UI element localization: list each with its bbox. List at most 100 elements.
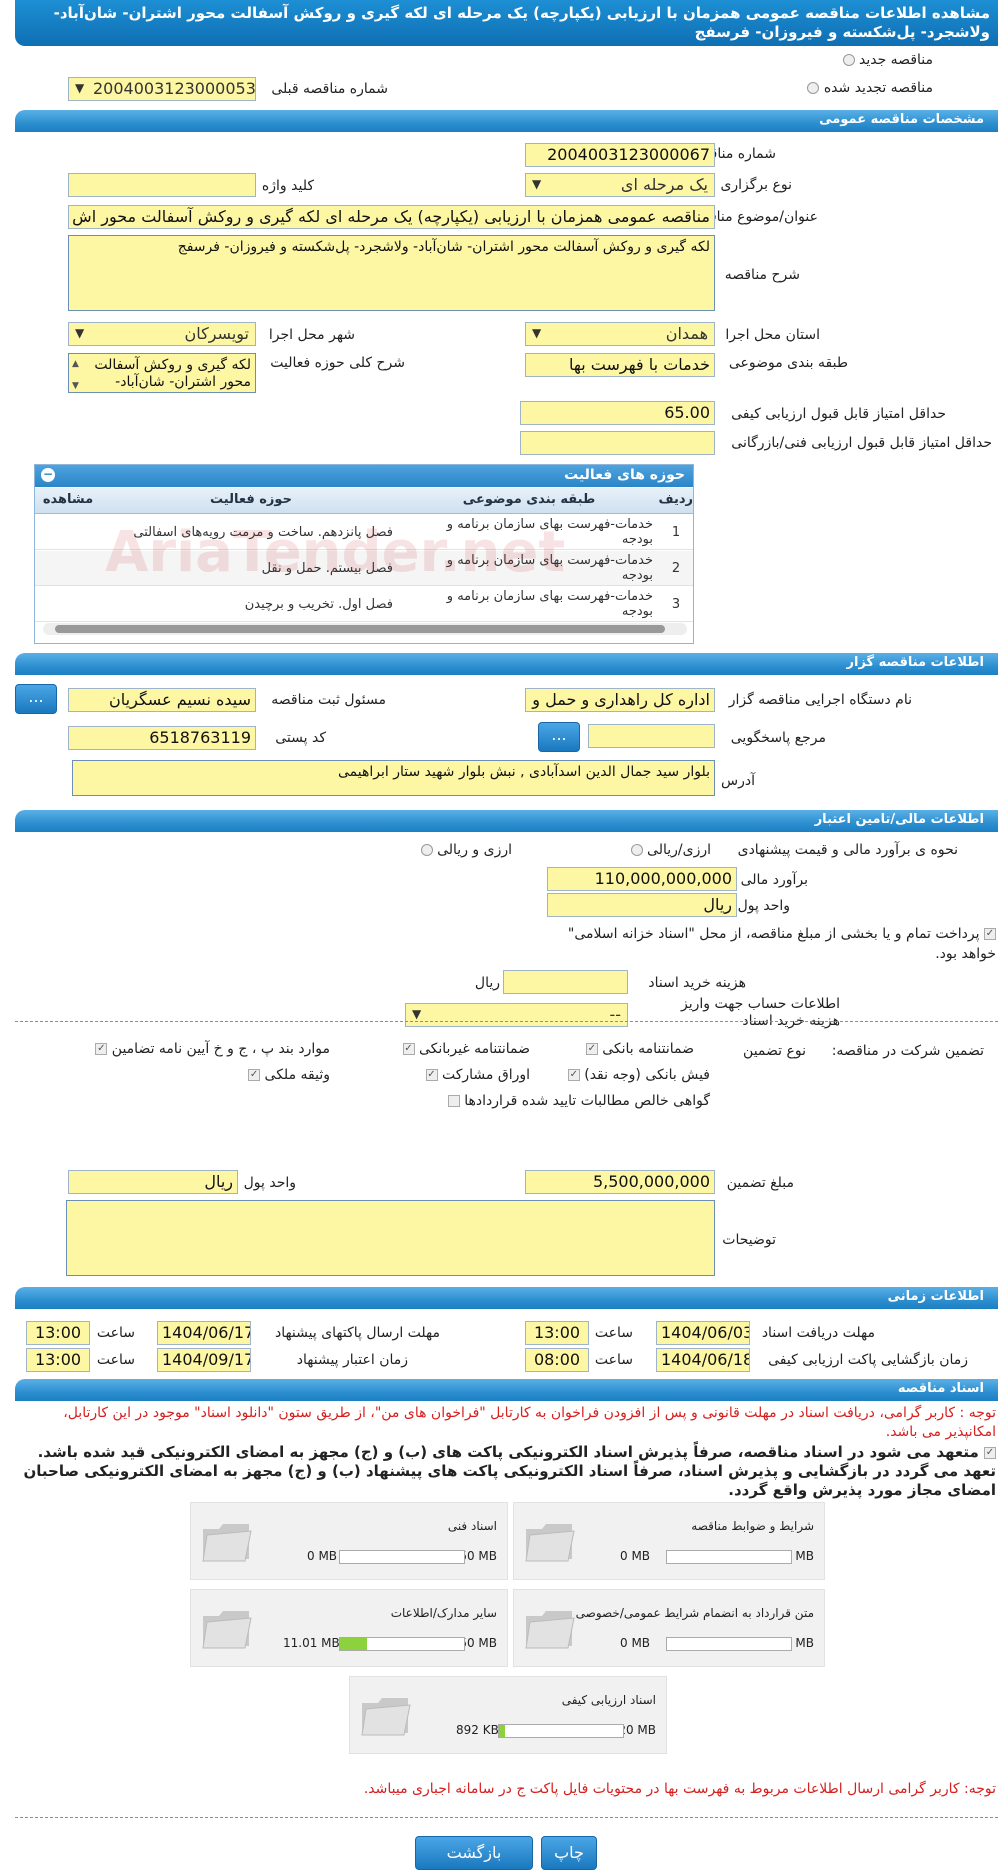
validity-date[interactable]: 1404/09/17	[157, 1348, 251, 1372]
col-row-number[interactable]: ردیف	[658, 492, 693, 507]
doc-cost-field[interactable]	[503, 970, 628, 994]
grid-scrollbar[interactable]	[43, 623, 687, 635]
col-view[interactable]: مشاهده	[33, 492, 103, 507]
doc-box[interactable]: سایر مدارک/اطلاعات 50 MB 11.01 MB	[190, 1589, 508, 1667]
keyword-field[interactable]	[68, 173, 256, 197]
treasury-checkbox[interactable]: ✓	[984, 928, 996, 940]
doc-deadline-date[interactable]: 1404/06/03	[656, 1321, 750, 1345]
new-tender-radio[interactable]	[842, 54, 855, 66]
commit-checkbox[interactable]: ✓	[984, 1446, 996, 1459]
guarantee-checkbox[interactable]: ✓	[567, 1069, 580, 1081]
city-select[interactable]: ▼ تویسرکان	[68, 322, 256, 346]
guarantee-item[interactable]: وثیقه ملکی ✓	[248, 1067, 330, 1083]
renewed-tender-radio[interactable]	[807, 82, 820, 94]
min-tech-field[interactable]	[520, 431, 715, 455]
guarantee-item[interactable]: فیش بانکی (وجه نقد) ✓	[567, 1067, 710, 1083]
guarantee-item[interactable]: اوراق مشارکت ✓	[425, 1067, 530, 1083]
folder-icon	[361, 1698, 411, 1736]
postal-field[interactable]: 6518763119	[68, 726, 256, 750]
open-time[interactable]: 08:00	[525, 1348, 589, 1372]
send-deadline-time[interactable]: 13:00	[26, 1321, 90, 1345]
folder-icon	[202, 1611, 252, 1649]
guarantee-checkbox[interactable]: ✓	[95, 1043, 108, 1055]
guarantee-checkbox[interactable]	[447, 1095, 460, 1107]
account-select[interactable]: ▼ --	[405, 1003, 628, 1027]
desc-textarea[interactable]: لکه گیری و روکش آسفالت محور اشتران- شان‌…	[68, 235, 715, 311]
estimate-radio-2[interactable]	[420, 844, 433, 856]
scroll-up-icon[interactable]: ▲	[72, 356, 79, 373]
currency-label: واحد پول	[737, 898, 790, 914]
estimate-label: نحوه ی برآورد مالی و قیمت پیشنهادی	[737, 842, 958, 858]
ref-label: مرجع پاسخگویی	[730, 730, 826, 746]
subject-field[interactable]: مناقصه عمومی همزمان با ارزیابی (یکپارچه)…	[68, 205, 715, 229]
tender-number-field[interactable]: 2004003123000067	[525, 143, 715, 167]
guarantee-item[interactable]: ضمانتنامه بانکی ✓	[585, 1041, 694, 1057]
guarantee-checkbox[interactable]: ✓	[425, 1069, 438, 1081]
estimate-radio-1[interactable]	[630, 844, 643, 856]
address-textarea[interactable]: بلوار سید جمال الدین اسدآبادی , نبش بلوا…	[72, 760, 715, 796]
guarantee-item[interactable]: گواهی خالص مطالبات تایید شده قراردادها	[447, 1093, 710, 1109]
prev-number-select[interactable]: ▼ 2004003123000053	[68, 77, 256, 101]
notes-label: توضیحات	[722, 1232, 776, 1248]
documents-note-2: توجه: کاربر گرامی ارسال اطلاعات مربوط به…	[363, 1781, 996, 1797]
folder-icon	[525, 1611, 575, 1649]
currency-field[interactable]: ریال	[547, 893, 737, 917]
send-deadline-label: مهلت ارسال پاکتهای پیشنهاد	[274, 1325, 440, 1341]
print-button[interactable]: چاپ	[541, 1836, 597, 1870]
collapse-icon[interactable]: −	[41, 468, 55, 482]
activities-grid: حوزه های فعالیت − ردیف طبقه بندی موضوعی …	[34, 464, 694, 644]
col-activity[interactable]: حوزه فعالیت	[103, 492, 399, 507]
doc-progress	[498, 1724, 624, 1738]
scroll-down-icon[interactable]: ▼	[72, 378, 79, 392]
estimate-option-1[interactable]: ارزی/ریالی	[630, 842, 711, 858]
category-field[interactable]: خدمات با فهرست بها	[525, 353, 715, 377]
type-label: نوع برگزاری	[720, 177, 792, 193]
registrar-more-button[interactable]: ...	[15, 684, 57, 714]
section-timing: اطلاعات زمانی	[15, 1287, 998, 1309]
estimate-option-2[interactable]: ارزی و ریالی	[420, 842, 512, 858]
province-select[interactable]: ▼ همدان	[525, 322, 715, 346]
guarantee-item[interactable]: موارد بند پ ، ج و خ آیین نامه تضامین ✓	[95, 1041, 330, 1057]
send-deadline-date[interactable]: 1404/06/17	[157, 1321, 251, 1345]
watermark: AriaTender.net	[105, 520, 566, 585]
min-quality-field[interactable]: 65.00	[520, 401, 715, 425]
guarantee-label: تضمین شرکت در مناقصه:	[831, 1043, 984, 1059]
validity-time[interactable]: 13:00	[26, 1348, 90, 1372]
ref-more-button[interactable]: ...	[538, 722, 580, 752]
col-category[interactable]: طبقه بندی موضوعی	[399, 492, 659, 507]
prev-number-label: شماره مناقصه قبلی	[271, 81, 388, 97]
guarantee-checkbox[interactable]: ✓	[585, 1043, 598, 1055]
doc-box[interactable]: اسناد فنی 50 MB 0 MB	[190, 1502, 508, 1580]
doc-progress-fill	[340, 1638, 368, 1650]
org-field[interactable]: اداره کل راهداری و حمل و نقل	[525, 688, 715, 712]
activities-title: حوزه های فعالیت	[564, 467, 685, 483]
doc-box[interactable]: متن قرارداد به انضمام شرایط عمومی/خصوصی …	[513, 1589, 825, 1667]
type-select[interactable]: ▼ یک مرحله ای	[525, 173, 715, 197]
divider	[15, 1817, 998, 1818]
doc-box[interactable]: اسناد ارزیابی کیفی 20 MB 892 KB	[349, 1676, 667, 1754]
doc-box[interactable]: شرایط و ضوابط مناقصه 5 MB 0 MB	[513, 1502, 825, 1580]
renewed-tender-label: مناقصه تجدید شده	[823, 80, 933, 96]
guarantee-checkbox[interactable]: ✓	[402, 1043, 415, 1055]
doc-cost-label: هزینه خرید اسناد	[648, 975, 746, 991]
registrar-field[interactable]: سیده نسیم عسگریان	[68, 688, 256, 712]
guarantee-item[interactable]: ضمانتنامه غیربانکی ✓	[402, 1041, 530, 1057]
notes-textarea[interactable]	[66, 1200, 715, 1276]
org-label: نام دستگاه اجرایی مناقصه گزار	[728, 692, 912, 708]
renewed-tender-option[interactable]: مناقصه تجدید شده	[807, 80, 933, 96]
desc-label: شرح مناقصه	[724, 267, 800, 283]
back-button[interactable]: بازگشت	[415, 1836, 533, 1870]
doc-deadline-time[interactable]: 13:00	[525, 1321, 589, 1345]
activity-desc-textarea[interactable]: لکه گیری و روکش آسفالت محور اشتران- شان‌…	[68, 353, 256, 393]
category-label: طبقه بندی موضوعی	[728, 355, 848, 371]
guarantee-currency-field[interactable]: ریال	[68, 1170, 238, 1194]
guarantee-checkbox[interactable]: ✓	[248, 1069, 261, 1081]
budget-field[interactable]: 110,000,000,000	[547, 867, 737, 891]
chevron-down-icon: ▼	[75, 326, 85, 340]
guarantee-amount-field[interactable]: 5,500,000,000	[525, 1170, 715, 1194]
grid-scroll-thumb[interactable]	[55, 625, 665, 633]
new-tender-option[interactable]: مناقصه جدید	[842, 52, 933, 68]
ref-field[interactable]	[588, 724, 715, 748]
open-date[interactable]: 1404/06/18	[656, 1348, 750, 1372]
time-label: ساعت	[594, 1352, 633, 1368]
